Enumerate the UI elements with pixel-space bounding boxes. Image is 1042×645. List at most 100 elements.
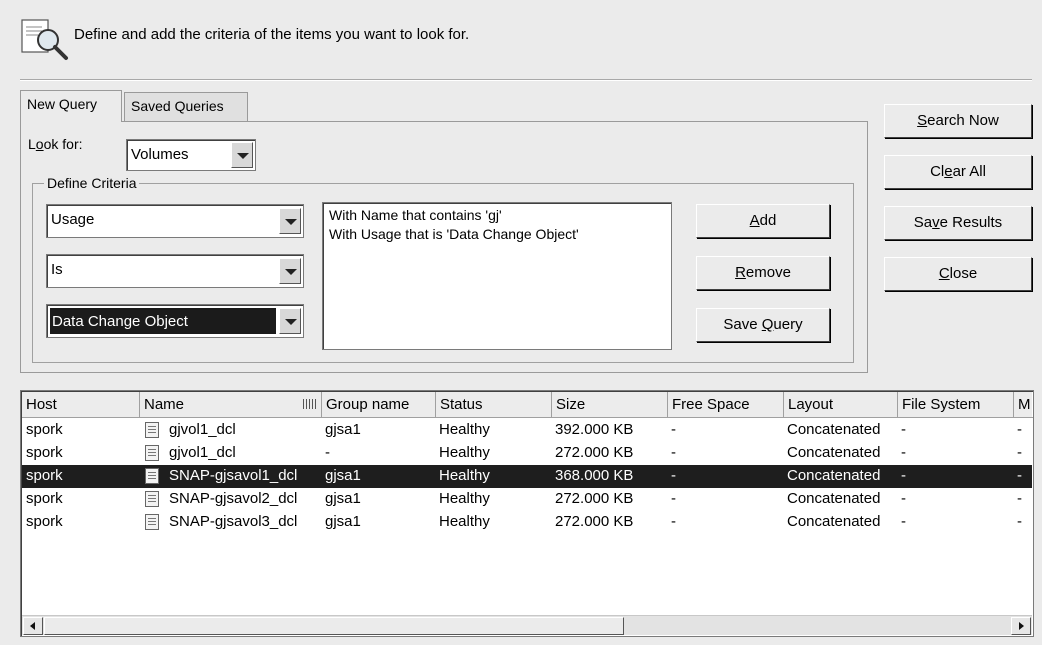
cell-name: SNAP-gjsavol3_dcl [169,513,298,530]
cell-status: Healthy [439,467,490,484]
cell-free-space: - [671,513,676,530]
save-results-button[interactable]: Save Results [884,206,1032,240]
criteria-attribute-value: Usage [51,211,95,228]
add-button[interactable]: Add [696,204,830,238]
column-chooser-icon[interactable] [303,399,317,409]
table-row[interactable]: spork SNAP-gjsavol3_dcl gjsa1 Healthy 272.00… [22,511,1032,534]
tab-saved-queries[interactable]: Saved Queries [124,92,248,122]
volume-icon [145,468,159,484]
cell-file-system: - [901,513,906,530]
header-divider [20,79,1032,81]
cell-status: Healthy [439,490,490,507]
remove-button[interactable]: Remove [696,256,830,290]
column-header-size[interactable]: Size [552,392,668,418]
cell-file-system: - [901,490,906,507]
column-header-m[interactable]: M [1014,392,1033,418]
search-now-button[interactable]: Search Now [884,104,1032,138]
cell-status: Healthy [439,513,490,530]
cell-name: gjvol1_dcl [169,421,236,438]
horizontal-scrollbar[interactable] [22,615,1032,635]
table-row[interactable]: spork SNAP-gjsavol2_dcl gjsa1 Healthy 272.00… [22,488,1032,511]
cell-file-system: - [901,467,906,484]
criteria-value-select[interactable]: Data Change Object [46,304,304,338]
cell-host: spork [26,490,63,507]
cell-m: - [1017,421,1022,438]
cell-free-space: - [671,490,676,507]
grid-header: Host Name Group name Status Size Free Sp… [22,392,1033,418]
cell-host: spork [26,421,63,438]
volume-icon [145,491,159,507]
volume-icon [145,422,159,438]
cell-free-space: - [671,421,676,438]
look-for-label: Look for: [28,136,83,152]
define-criteria-legend: Define Criteria [44,175,140,191]
tab-new-query[interactable]: New Query [20,90,122,122]
cell-status: Healthy [439,444,490,461]
look-for-select[interactable]: Volumes [126,139,256,171]
header-instructions: Define and add the criteria of the items… [74,26,470,43]
table-row[interactable]: spork gjvol1_dcl gjsa1 Healthy 392.000 KB - Co… [22,419,1032,442]
criteria-list-item[interactable]: With Usage that is 'Data Change Object' [329,225,665,244]
chevron-down-icon[interactable] [279,208,301,234]
cell-name: gjvol1_dcl [169,444,236,461]
cell-file-system: - [901,421,906,438]
save-query-button[interactable]: Save Query [696,308,830,342]
cell-host: spork [26,444,63,461]
column-header-layout[interactable]: Layout [784,392,898,418]
cell-free-space: - [671,444,676,461]
cell-free-space: - [671,467,676,484]
cell-group-name: gjsa1 [325,421,361,438]
close-button[interactable]: Close [884,257,1032,291]
cell-status: Healthy [439,421,490,438]
volume-icon [145,514,159,530]
column-header-name[interactable]: Name [140,392,322,418]
cell-layout: Concatenated [787,421,881,438]
cell-m: - [1017,490,1022,507]
cell-m: - [1017,444,1022,461]
scroll-left-icon[interactable] [23,617,43,635]
column-header-group-name[interactable]: Group name [322,392,436,418]
table-row[interactable]: spork SNAP-gjsavol1_dcl gjsa1 Healthy 368.00… [22,465,1032,488]
scroll-thumb[interactable] [44,617,624,635]
criteria-operator-select[interactable]: Is [46,254,304,288]
cell-size: 368.000 KB [555,467,634,484]
chevron-down-icon[interactable] [279,258,301,284]
criteria-value-value: Data Change Object [50,308,276,334]
column-header-file-system[interactable]: File System [898,392,1014,418]
results-grid[interactable]: Host Name Group name Status Size Free Sp… [20,390,1034,637]
search-document-icon [20,18,72,62]
column-header-host[interactable]: Host [22,392,140,418]
cell-size: 272.000 KB [555,513,634,530]
cell-host: spork [26,513,63,530]
cell-name: SNAP-gjsavol1_dcl [169,467,298,484]
cell-layout: Concatenated [787,467,881,484]
cell-layout: Concatenated [787,490,881,507]
criteria-attribute-select[interactable]: Usage [46,204,304,238]
cell-group-name: gjsa1 [325,513,361,530]
cell-m: - [1017,513,1022,530]
cell-layout: Concatenated [787,444,881,461]
criteria-operator-value: Is [51,261,63,278]
criteria-list-item[interactable]: With Name that contains 'gj' [329,206,665,225]
look-for-value: Volumes [131,146,189,163]
cell-size: 392.000 KB [555,421,634,438]
cell-host: spork [26,467,63,484]
cell-size: 272.000 KB [555,490,634,507]
cell-group-name: - [325,444,330,461]
volume-icon [145,445,159,461]
clear-all-button[interactable]: Clear All [884,155,1032,189]
table-row[interactable]: spork gjvol1_dcl - Healthy 272.000 KB - Concat… [22,442,1032,465]
scroll-right-icon[interactable] [1011,617,1031,635]
column-header-free-space[interactable]: Free Space [668,392,784,418]
cell-m: - [1017,467,1022,484]
cell-layout: Concatenated [787,513,881,530]
cell-file-system: - [901,444,906,461]
cell-size: 272.000 KB [555,444,634,461]
chevron-down-icon[interactable] [231,142,253,168]
cell-group-name: gjsa1 [325,490,361,507]
cell-name: SNAP-gjsavol2_dcl [169,490,298,507]
chevron-down-icon[interactable] [279,308,301,334]
column-header-status[interactable]: Status [436,392,552,418]
criteria-list[interactable]: With Name that contains 'gj' With Usage … [322,202,672,350]
cell-group-name: gjsa1 [325,467,361,484]
